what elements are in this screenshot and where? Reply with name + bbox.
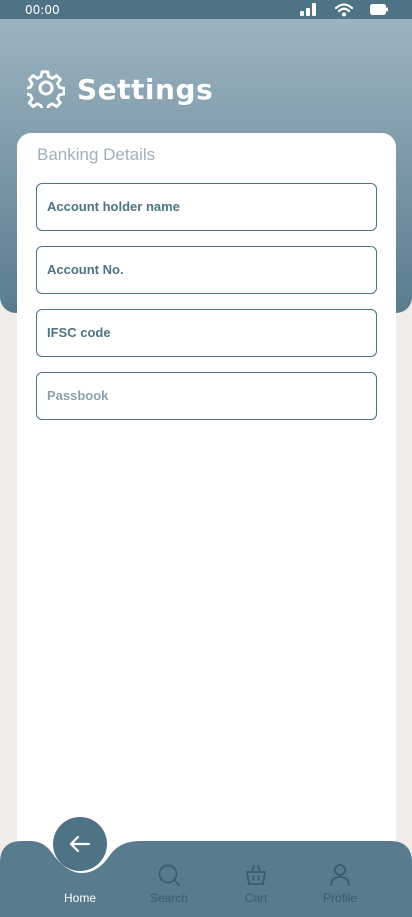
status-icons	[300, 2, 388, 17]
status-bar: 00:00	[0, 0, 412, 19]
page-header: Settings	[27, 70, 213, 108]
user-icon	[330, 864, 350, 887]
passbook-input[interactable]	[47, 373, 365, 417]
banking-details-card: Banking Details	[17, 133, 396, 913]
nav-search[interactable]: Search	[134, 841, 204, 917]
nav-search-label: Search	[149, 891, 189, 905]
account-number-field[interactable]	[36, 246, 377, 294]
ifsc-code-field[interactable]	[36, 309, 377, 357]
ifsc-code-input[interactable]	[47, 310, 365, 354]
nav-home-label: Home	[63, 891, 96, 905]
nav-profile[interactable]: Profile	[305, 841, 375, 917]
nav-profile-label: Profile	[322, 891, 357, 905]
battery-icon	[370, 4, 388, 15]
page-title: Settings	[77, 72, 214, 106]
signal-icon	[300, 3, 316, 16]
search-icon	[158, 864, 180, 886]
nav-cart-label: Cart	[244, 891, 268, 905]
arrow-left-icon	[69, 835, 91, 853]
back-button[interactable]	[53, 817, 107, 871]
passbook-field[interactable]	[36, 372, 377, 420]
account-holder-name-field[interactable]	[36, 183, 377, 231]
account-number-input[interactable]	[47, 247, 365, 291]
account-holder-name-input[interactable]	[47, 184, 365, 228]
basket-icon	[246, 865, 266, 885]
wifi-icon	[335, 2, 353, 16]
nav-cart[interactable]: Cart	[221, 841, 291, 917]
section-title: Banking Details	[37, 145, 156, 164]
status-time: 00:00	[25, 2, 60, 17]
gear-icon	[27, 70, 65, 108]
